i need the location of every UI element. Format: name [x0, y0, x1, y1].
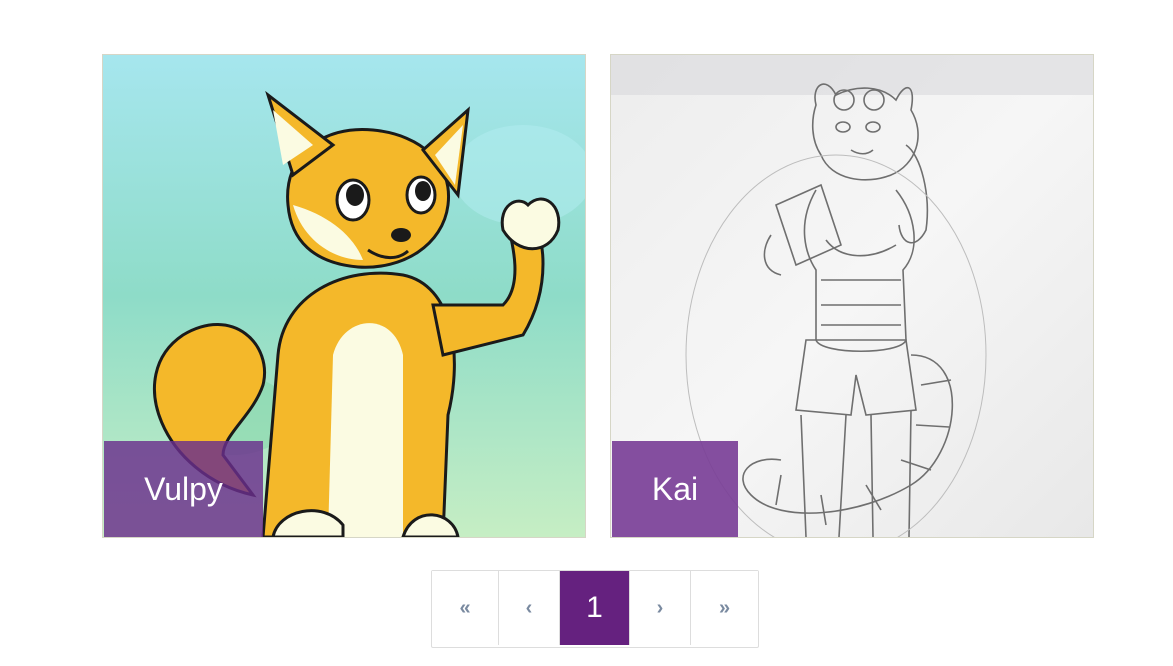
character-name-label[interactable]: Vulpy	[104, 441, 263, 537]
current-page-button[interactable]: 1	[560, 571, 630, 645]
gallery-card-vulpy[interactable]: Vulpy	[102, 54, 586, 538]
last-page-button[interactable]: »	[691, 571, 758, 645]
character-gallery: Vulpy Kai	[102, 54, 1094, 538]
character-name-label[interactable]: Kai	[612, 441, 738, 537]
pagination: « ‹ 1 › »	[431, 570, 759, 648]
next-page-button[interactable]: ›	[630, 571, 691, 645]
first-page-button[interactable]: «	[432, 571, 499, 645]
previous-page-button[interactable]: ‹	[499, 571, 560, 645]
gallery-card-kai[interactable]: Kai	[610, 54, 1094, 538]
